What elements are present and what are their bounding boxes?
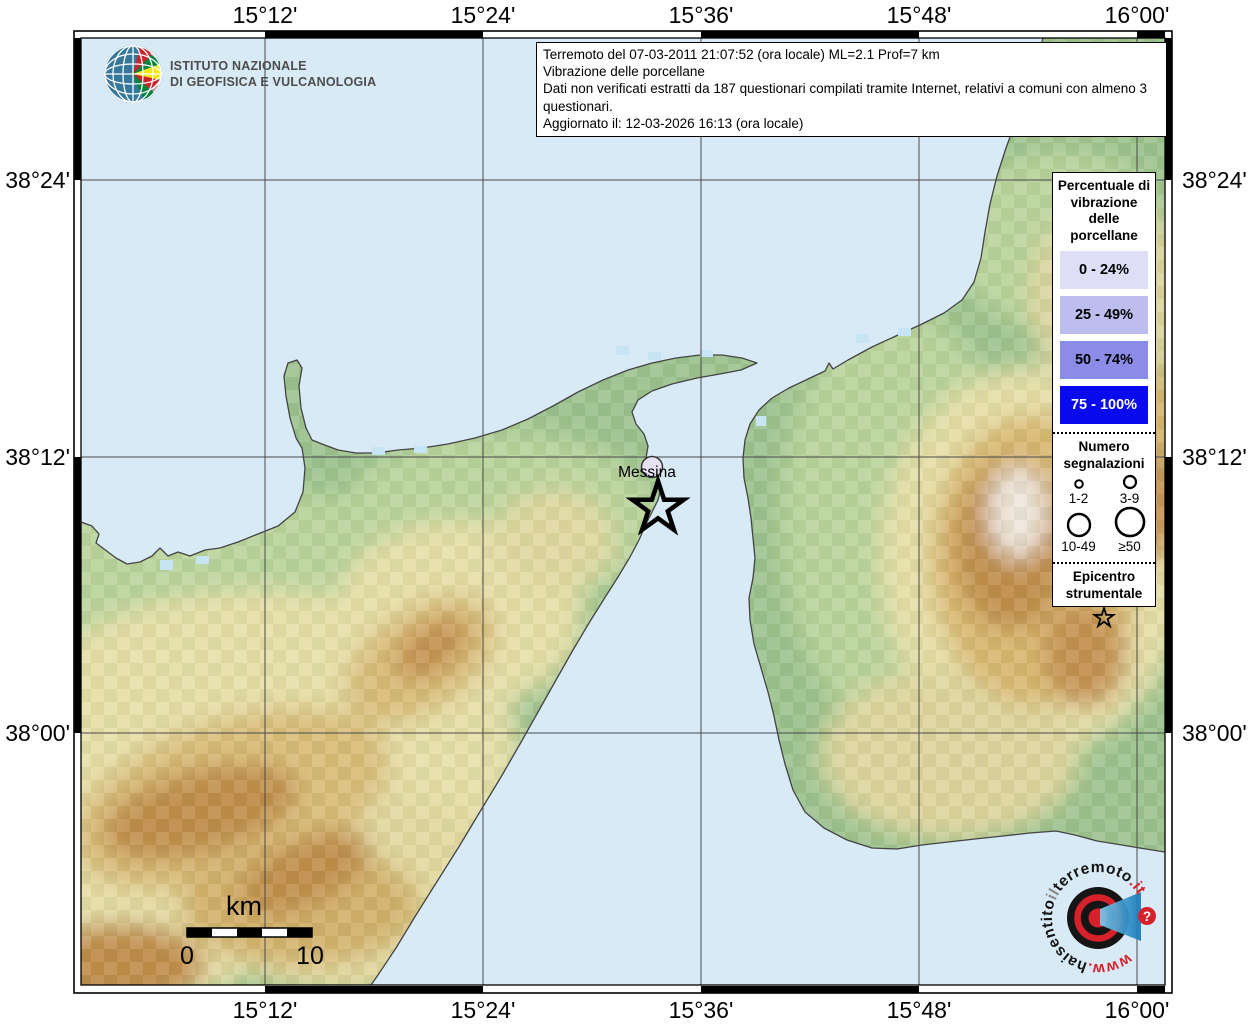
ingv-logo-text-line1: ISTITUTO NAZIONALE: [170, 59, 307, 73]
epicenter-star-legend-icon: [1091, 606, 1117, 630]
lat-label-right-1: 38°12': [1182, 444, 1247, 470]
legend-class-0: 0 - 24%: [1060, 251, 1148, 289]
legend-separator-2: [1053, 562, 1155, 564]
lat-label-left-1: 38°12': [5, 444, 70, 470]
count-symbol-10-49: 10-49: [1053, 506, 1104, 554]
count-symbol-50plus: ≥50: [1104, 506, 1155, 554]
count-label-50plus: ≥50: [1118, 539, 1140, 554]
lon-label-bottom-1: 15°24': [451, 997, 516, 1023]
count-symbol-1-2: 1-2: [1053, 474, 1104, 506]
scale-bar-segments: [187, 928, 312, 937]
scale-start-label: 0: [180, 942, 194, 970]
count-circle-xlarge-icon: [1113, 506, 1147, 538]
lon-label-bottom-3: 15°48': [887, 997, 952, 1023]
legend-epicenter-symbol: [1053, 606, 1155, 630]
legend-class-1-label: 25 - 49%: [1075, 307, 1133, 323]
event-info-box: Terremoto del 07-03-2011 21:07:52 (ora l…: [536, 42, 1167, 137]
lon-label-top-3: 15°48': [887, 2, 952, 28]
legend-counts-grid: 1-2 3-9 10-49 ≥50: [1053, 474, 1155, 554]
map-terrain: [0, 38, 1190, 1007]
lat-label-left-0: 38°24': [5, 167, 70, 193]
lat-label-right-0: 38°24': [1182, 167, 1247, 193]
count-label-3-9: 3-9: [1120, 491, 1140, 506]
legend-class-3: 75 - 100%: [1060, 386, 1148, 424]
question-mark-label: ?: [1143, 909, 1151, 924]
lon-label-top-1: 15°24': [451, 2, 516, 28]
lon-label-top-0: 15°12': [233, 2, 298, 28]
hsit-map-page: Messina 15°12' 15°24' 15°36' 15°48' 16°0…: [0, 0, 1255, 1024]
legend-class-2: 50 - 74%: [1060, 341, 1148, 379]
count-circle-small-icon: [1073, 478, 1085, 490]
lon-label-bottom-2: 15°36': [669, 997, 734, 1023]
event-updated-line: Aggiornato il: 12-03-2026 16:13 (ora loc…: [543, 115, 1160, 132]
lon-label-top-2: 15°36': [669, 2, 734, 28]
legend-counts-title: Numero segnalazioni: [1053, 438, 1155, 472]
event-title-line: Terremoto del 07-03-2011 21:07:52 (ora l…: [543, 46, 1160, 63]
scale-unit-label: km: [226, 891, 262, 921]
ingv-logo-text-line2: DI GEOFISICA E VULCANOLOGIA: [170, 75, 376, 89]
count-label-10-49: 10-49: [1061, 539, 1096, 554]
legend-title: Percentuale di vibrazione delle porcella…: [1055, 178, 1153, 244]
legend-class-2-label: 50 - 74%: [1075, 352, 1133, 368]
legend-class-3-label: 75 - 100%: [1071, 397, 1137, 413]
legend-epicenter-title: Epicentro strumentale: [1053, 568, 1155, 602]
lon-label-bottom-0: 15°12': [233, 997, 298, 1023]
event-data-note-line: Dati non verificati estratti da 187 ques…: [543, 80, 1160, 114]
scale-end-label: 10: [296, 942, 324, 970]
legend-separator-1: [1053, 432, 1155, 434]
lat-label-right-2: 38°00': [1182, 720, 1247, 746]
count-label-1-2: 1-2: [1069, 491, 1089, 506]
legend-class-0-label: 0 - 24%: [1079, 262, 1129, 278]
map-legend: Percentuale di vibrazione delle porcella…: [1052, 172, 1156, 607]
count-circle-large-icon: [1065, 512, 1093, 538]
legend-class-1: 25 - 49%: [1060, 296, 1148, 334]
lat-label-left-2: 38°00': [5, 720, 70, 746]
count-circle-medium-icon: [1122, 474, 1138, 490]
event-effect-line: Vibrazione delle porcellane: [543, 63, 1160, 80]
lon-label-top-4: 16°00': [1105, 2, 1170, 28]
city-label-messina: Messina: [618, 464, 676, 481]
count-symbol-3-9: 3-9: [1104, 474, 1155, 506]
lon-label-bottom-4: 16°00': [1105, 997, 1170, 1023]
